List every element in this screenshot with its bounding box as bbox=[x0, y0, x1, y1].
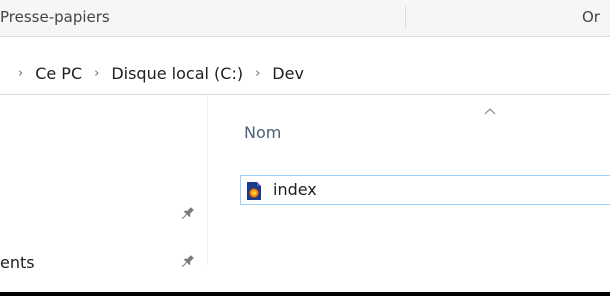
pin-icon[interactable] bbox=[173, 202, 198, 227]
pin-icon-graphic bbox=[182, 207, 194, 219]
pin-icon[interactable] bbox=[173, 250, 198, 275]
ribbon-group-labels: Presse-papiers Or bbox=[0, 0, 610, 37]
navigation-pane: ents bbox=[0, 95, 208, 272]
chevron-right-icon[interactable]: › bbox=[255, 66, 260, 81]
window-bottom-border bbox=[0, 292, 610, 296]
ribbon-separator bbox=[405, 6, 406, 28]
address-bar[interactable]: › Ce PC › Disque local (C:) › Dev bbox=[0, 54, 610, 95]
pin-icon-graphic bbox=[182, 255, 194, 267]
chevron-right-icon[interactable]: › bbox=[18, 66, 23, 81]
breadcrumb-item-local-disk[interactable]: Disque local (C:) bbox=[111, 64, 243, 83]
ribbon-group-organize-label: Or bbox=[582, 8, 600, 26]
nav-item-documents[interactable]: ents bbox=[0, 253, 35, 272]
file-name[interactable]: index bbox=[273, 180, 317, 199]
breadcrumb-item-this-pc[interactable]: Ce PC bbox=[35, 64, 82, 83]
file-row[interactable]: index bbox=[240, 175, 610, 205]
chevron-right-icon[interactable]: › bbox=[94, 66, 99, 81]
breadcrumb: › Ce PC › Disque local (C:) › Dev bbox=[18, 64, 316, 83]
sort-ascending-icon bbox=[484, 108, 496, 115]
file-list-pane: Nom index bbox=[208, 95, 610, 265]
ribbon-group-clipboard-label: Presse-papiers bbox=[0, 8, 110, 26]
breadcrumb-item-dev[interactable]: Dev bbox=[272, 64, 304, 83]
firefox-html-file-icon bbox=[247, 182, 261, 200]
file-explorer-window: Presse-papiers Or › Ce PC › Disque local… bbox=[0, 0, 610, 296]
column-header-name[interactable]: Nom bbox=[244, 123, 281, 142]
